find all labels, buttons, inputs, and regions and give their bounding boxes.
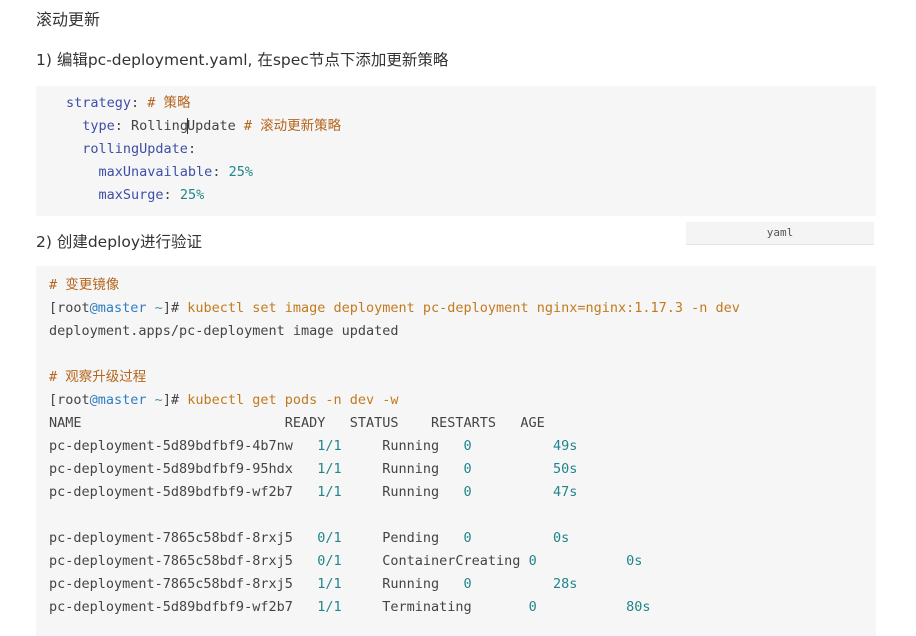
pod-status: Running — [382, 576, 464, 592]
pod-row: pc-deployment-5d89bdfbf9-wf2b7 1/1 Runni… — [49, 481, 876, 504]
yaml-line: rollingUpdate: — [82, 141, 197, 157]
yaml-line: strategy: # 策略 — [66, 95, 191, 111]
yaml-key: type — [82, 118, 115, 134]
pod-ready: 1/1 — [317, 438, 383, 454]
pod-ready: 1/1 — [317, 461, 383, 477]
pod-age: 28s — [552, 576, 578, 592]
pod-restarts: 0 — [528, 553, 627, 569]
shell-code-block: # 变更镜像 [root@master ~]# kubectl set imag… — [36, 266, 876, 636]
pod-ready: 1/1 — [317, 576, 383, 592]
pod-row: pc-deployment-7865c58bdf-8rxj5 0/1 Pendi… — [49, 527, 876, 550]
section-heading: 滚动更新 — [36, 10, 101, 29]
shell-command: kubectl get pods -n dev -w — [179, 392, 399, 408]
shell-command: kubectl set image deployment pc-deployme… — [179, 300, 740, 316]
pod-row: pc-deployment-7865c58bdf-8rxj5 0/1 Conta… — [49, 550, 876, 573]
yaml-line: maxUnavailable: 25% — [98, 164, 253, 180]
pod-ready: 0/1 — [317, 553, 383, 569]
pod-name: pc-deployment-5d89bdfbf9-4b7nw — [49, 438, 318, 454]
pod-age: 0s — [552, 530, 570, 546]
pod-status: ContainerCreating — [382, 553, 529, 569]
pod-restarts: 0 — [463, 461, 553, 477]
pod-name: pc-deployment-5d89bdfbf9-wf2b7 — [49, 484, 318, 500]
pod-age: 49s — [552, 438, 578, 454]
yaml-key: maxUnavailable — [98, 164, 213, 180]
pod-name: pc-deployment-5d89bdfbf9-wf2b7 — [49, 599, 318, 615]
step-2-text: 2) 创建deploy进行验证 — [36, 233, 203, 251]
pod-status: Running — [382, 461, 464, 477]
pod-row: pc-deployment-5d89bdfbf9-wf2b7 1/1 Termi… — [49, 596, 876, 619]
table-header: NAME READY STATUS RESTARTS AGE — [49, 415, 545, 431]
yaml-comment: # 滚动更新策略 — [243, 118, 342, 134]
yaml-key: maxSurge — [98, 187, 164, 203]
yaml-value: 25% — [228, 164, 253, 180]
yaml-key: strategy — [66, 95, 132, 111]
pod-rows-group-1: pc-deployment-5d89bdfbf9-4b7nw 1/1 Runni… — [49, 435, 876, 504]
pod-restarts: 0 — [463, 530, 553, 546]
pod-ready: 1/1 — [317, 484, 383, 500]
pod-row: pc-deployment-5d89bdfbf9-4b7nw 1/1 Runni… — [49, 435, 876, 458]
shell-comment: # 变更镜像 — [49, 277, 120, 293]
pod-name: pc-deployment-5d89bdfbf9-95hdx — [49, 461, 318, 477]
pod-name: pc-deployment-7865c58bdf-8rxj5 — [49, 576, 318, 592]
pod-age: 50s — [552, 461, 578, 477]
pod-ready: 0/1 — [317, 530, 383, 546]
shell-comment: # 观察升级过程 — [49, 369, 147, 385]
yaml-line: type: RollingUpdate # 滚动更新策略 — [82, 118, 342, 134]
shell-prompt-line: [root@master ~]# kubectl get pods -n dev… — [49, 392, 399, 408]
pod-name: pc-deployment-7865c58bdf-8rxj5 — [49, 530, 318, 546]
step-1-text: 1) 编辑pc-deployment.yaml, 在spec节点下添加更新策略 — [36, 51, 449, 69]
pod-name: pc-deployment-7865c58bdf-8rxj5 — [49, 553, 318, 569]
pod-rows-group-2: pc-deployment-7865c58bdf-8rxj5 0/1 Pendi… — [49, 527, 876, 619]
pod-status: Running — [382, 484, 464, 500]
pod-status: Running — [382, 438, 464, 454]
pod-restarts: 0 — [463, 484, 553, 500]
pod-row: pc-deployment-5d89bdfbf9-95hdx 1/1 Runni… — [49, 458, 876, 481]
yaml-value: 25% — [179, 187, 205, 203]
yaml-line: maxSurge: 25% — [98, 187, 205, 203]
pod-status: Terminating — [382, 599, 529, 615]
pod-age: 47s — [552, 484, 578, 500]
yaml-value: RollingUpdate — [131, 118, 236, 134]
shell-prompt-line: [root@master ~]# kubectl set image deplo… — [49, 300, 740, 316]
pod-row: pc-deployment-7865c58bdf-8rxj5 1/1 Runni… — [49, 573, 876, 596]
pod-age: 80s — [626, 599, 651, 615]
pod-ready: 1/1 — [317, 599, 383, 615]
pod-restarts: 0 — [463, 576, 553, 592]
code-language-tag: yaml — [686, 222, 874, 245]
pod-restarts: 0 — [463, 438, 553, 454]
yaml-code-block: strategy: # 策略 type: RollingUpdate # 滚动更… — [36, 86, 876, 216]
yaml-key: rollingUpdate — [82, 141, 188, 157]
pod-status: Pending — [382, 530, 464, 546]
pod-restarts: 0 — [528, 599, 627, 615]
text-cursor — [186, 118, 188, 134]
shell-output: deployment.apps/pc-deployment image upda… — [49, 323, 399, 339]
yaml-comment: # 策略 — [147, 95, 191, 111]
pod-age: 0s — [626, 553, 643, 569]
